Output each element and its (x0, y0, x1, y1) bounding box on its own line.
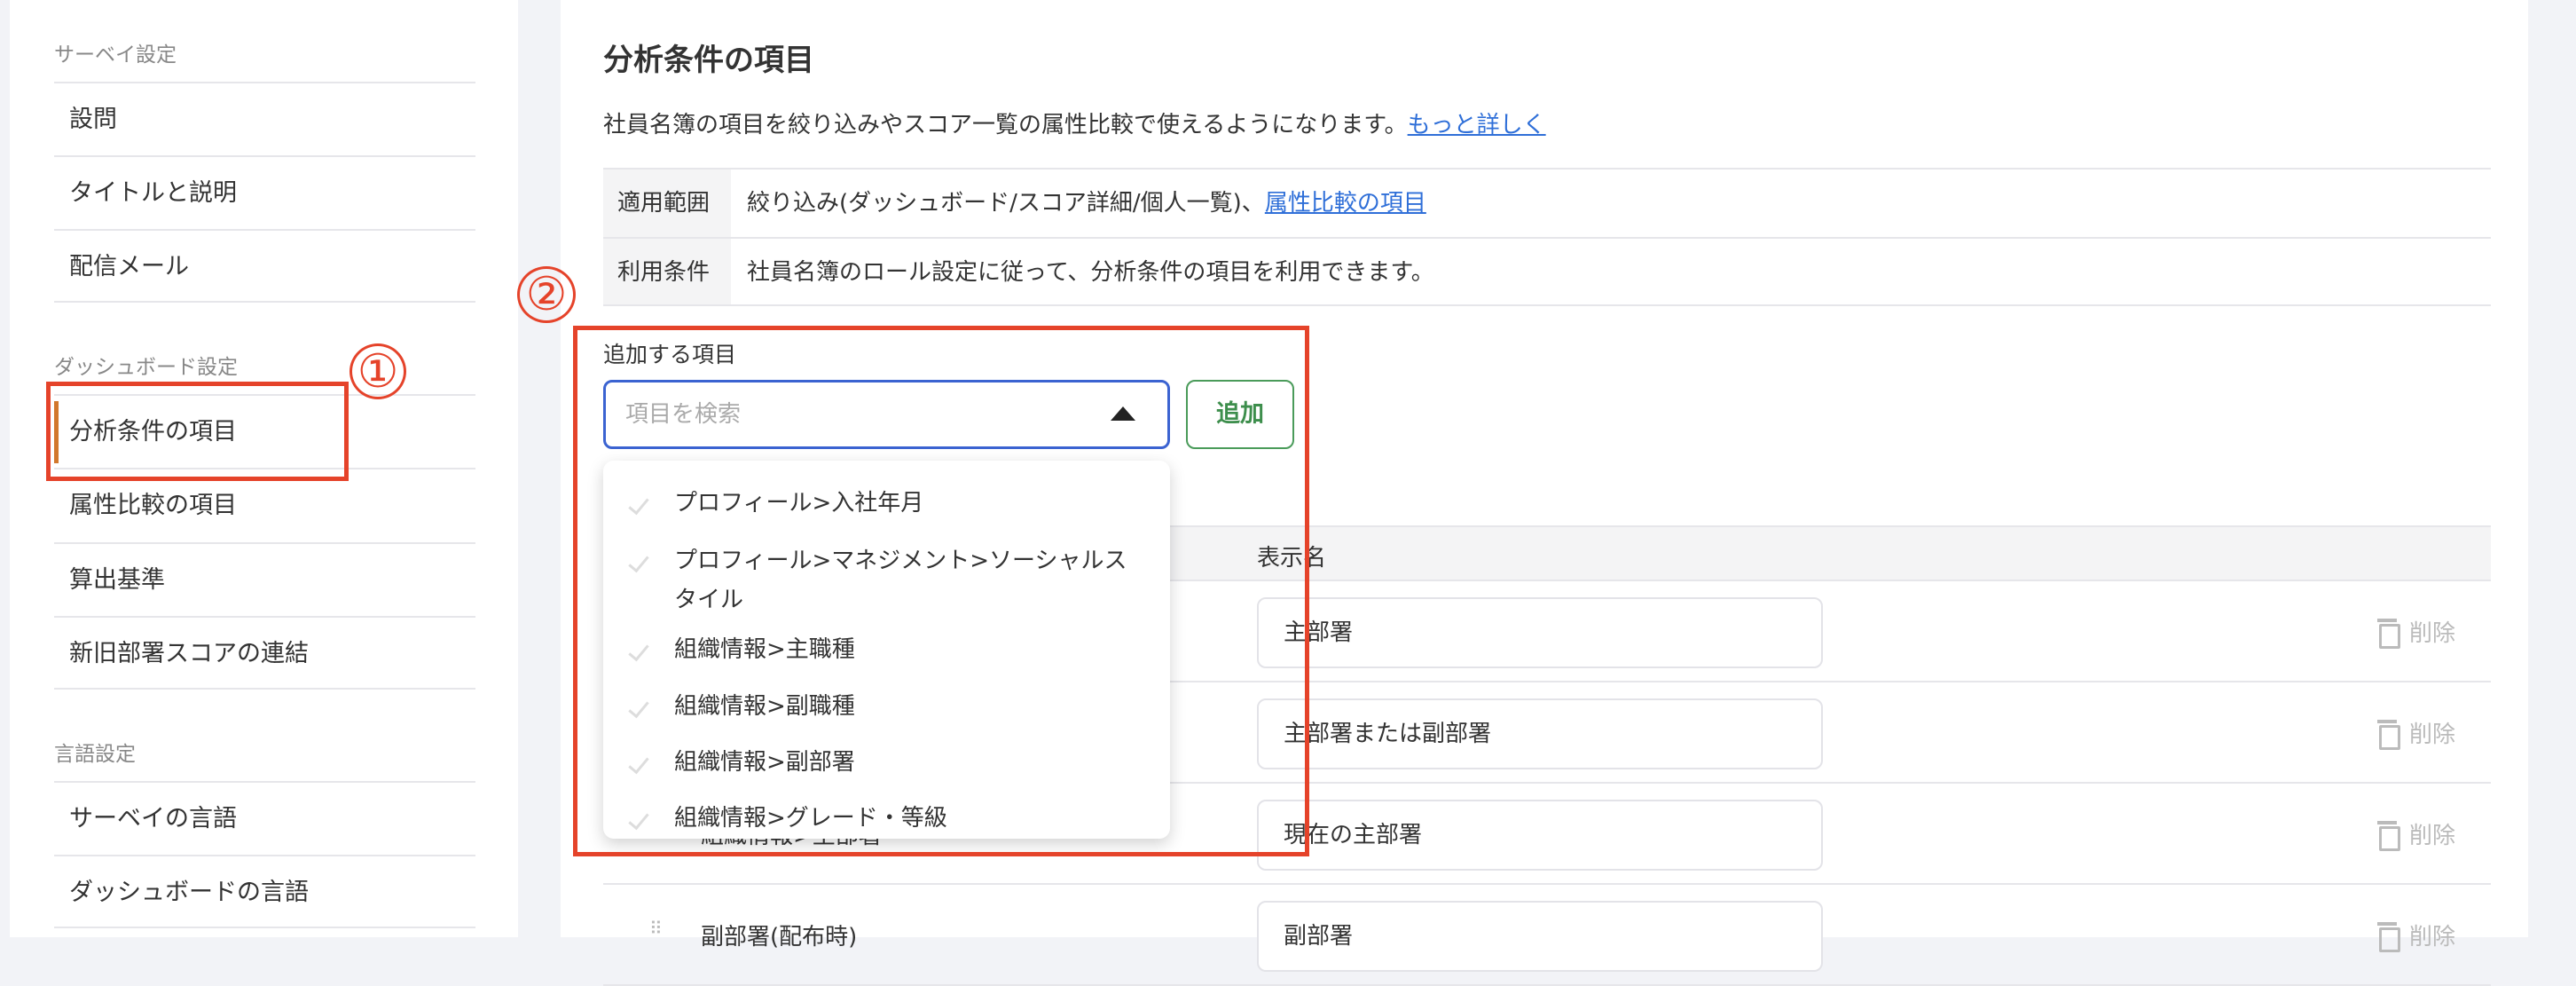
section-label-survey: サーベイ設定 (54, 37, 177, 67)
right-gutter (2528, 0, 2576, 937)
delete-label: 削除 (2409, 615, 2455, 648)
info-value: 社員名簿のロール設定に従って、分析条件の項目を利用できます。 (747, 239, 1434, 306)
delete-button[interactable]: 削除 (2379, 615, 2455, 648)
info-value: 絞り込み(ダッシュボード/スコア詳細/個人一覧)、属性比較の項目 (747, 170, 1426, 237)
section-label-language: 言語設定 (54, 737, 136, 767)
trash-icon (2379, 720, 2399, 746)
trash-icon (2379, 619, 2399, 645)
display-name-input[interactable]: 主部署 (1257, 597, 1823, 668)
delete-label: 削除 (2409, 919, 2455, 951)
annotation-number-1: ① (349, 343, 406, 399)
info-label: 利用条件 (603, 239, 731, 304)
annotation-number-2: ② (517, 266, 576, 323)
page-description: 社員名簿の項目を絞り込みやスコア一覧の属性比較で使えるようになります。もっと詳し… (603, 106, 1546, 139)
attribute-comparison-link[interactable]: 属性比較の項目 (1265, 190, 1426, 217)
trash-icon (2379, 821, 2399, 848)
row-name: 副部署(配布時) (701, 919, 857, 951)
sidebar-item-dashboard-language[interactable]: ダッシュボードの言語 (54, 855, 475, 928)
sidebar-item-delivery-mail[interactable]: 配信メール (54, 229, 475, 303)
sidebar-item-title-description[interactable]: タイトルと説明 (54, 155, 475, 229)
drag-handle-icon[interactable]: ⠿ (649, 924, 661, 933)
sidebar-item-calculation-basis[interactable]: 算出基準 (54, 542, 475, 616)
info-row-conditions: 利用条件 社員名簿のロール設定に従って、分析条件の項目を利用できます。 (603, 237, 2491, 306)
annotation-box-2 (573, 326, 1309, 856)
delete-label: 削除 (2409, 817, 2455, 850)
trash-icon (2379, 922, 2399, 949)
sidebar-item-survey-language[interactable]: サーベイの言語 (54, 781, 475, 855)
delete-button[interactable]: 削除 (2379, 919, 2455, 951)
display-name-input[interactable]: 副部署 (1257, 901, 1823, 972)
description-text: 社員名簿の項目を絞り込みやスコア一覧の属性比較で使えるようになります。 (603, 112, 1408, 138)
table-row: ⠿ 副部署(配布時) 副部署 削除 (603, 885, 2491, 986)
section-label-dashboard: ダッシュボード設定 (54, 350, 238, 380)
info-value-text: 絞り込み(ダッシュボード/スコア詳細/個人一覧)、 (747, 190, 1265, 217)
annotation-box-1 (46, 382, 349, 481)
more-link[interactable]: もっと詳しく (1408, 112, 1546, 138)
info-row-scope: 適用範囲 絞り込み(ダッシュボード/スコア詳細/個人一覧)、属性比較の項目 (603, 168, 2491, 237)
page-title: 分析条件の項目 (603, 35, 814, 79)
delete-button[interactable]: 削除 (2379, 716, 2455, 749)
sidebar-item-questions[interactable]: 設問 (54, 82, 475, 155)
delete-button[interactable]: 削除 (2379, 817, 2455, 850)
delete-label: 削除 (2409, 716, 2455, 749)
sidebar-item-department-link[interactable]: 新旧部署スコアの連結 (54, 616, 475, 690)
info-label: 適用範囲 (603, 170, 731, 237)
display-name-input[interactable]: 現在の主部署 (1257, 800, 1823, 871)
display-name-input[interactable]: 主部署または副部署 (1257, 698, 1823, 769)
